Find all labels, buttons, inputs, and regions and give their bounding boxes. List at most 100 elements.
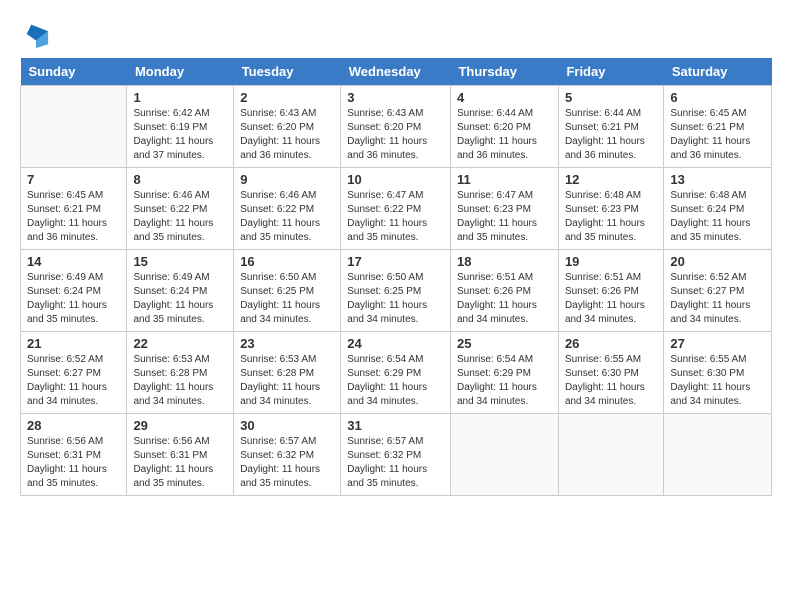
day-number: 1 xyxy=(133,90,227,105)
calendar-cell: 15Sunrise: 6:49 AMSunset: 6:24 PMDayligh… xyxy=(127,250,234,332)
calendar-cell: 8Sunrise: 6:46 AMSunset: 6:22 PMDaylight… xyxy=(127,168,234,250)
calendar-cell: 18 Sunrise: 6:51 AMSunset: 6:26 PMDayligh… xyxy=(450,250,558,332)
calendar-cell: 24 Sunrise: 6:54 AMSunset: 6:29 PMDayligh… xyxy=(341,332,451,414)
page-header xyxy=(20,20,772,48)
day-info: Sunrise: 6:44 AMSunset: 6:20 PMDaylight:… xyxy=(457,107,552,163)
day-number: 4 xyxy=(457,90,552,105)
col-friday: Friday xyxy=(558,58,663,86)
day-number: 28 xyxy=(27,418,120,433)
logo xyxy=(20,20,50,48)
day-number: 13 xyxy=(670,172,765,187)
day-number: 17 xyxy=(347,254,444,269)
day-info: Sunrise: 6:52 AMSunset: 6:27 PMDaylight:… xyxy=(670,271,765,327)
calendar-cell: 20 Sunrise: 6:52 AMSunset: 6:27 PMDayligh… xyxy=(664,250,772,332)
day-number: 22 xyxy=(133,336,227,351)
day-number: 6 xyxy=(670,90,765,105)
day-number: 21 xyxy=(27,336,120,351)
day-info: Sunrise: 6:51 AMSunset: 6:26 PMDaylight:… xyxy=(565,271,657,327)
day-info: Sunrise: 6:57 AMSunset: 6:32 PMDaylight:… xyxy=(240,435,334,491)
calendar-table: Sunday Monday Tuesday Wednesday Thursday… xyxy=(20,58,772,496)
day-info: Sunrise: 6:43 AMSunset: 6:20 PMDaylight:… xyxy=(240,107,334,163)
day-info: Sunrise: 6:51 AMSunset: 6:26 PMDaylight:… xyxy=(457,271,552,327)
day-info: Sunrise: 6:46 AMSunset: 6:22 PMDaylight:… xyxy=(133,189,227,245)
calendar-cell: 3 Sunrise: 6:43 AMSunset: 6:20 PMDaylight… xyxy=(341,86,451,168)
calendar-cell: 5 Sunrise: 6:44 AMSunset: 6:21 PMDaylight… xyxy=(558,86,663,168)
calendar-cell: 6 Sunrise: 6:45 AMSunset: 6:21 PMDaylight… xyxy=(664,86,772,168)
calendar-cell xyxy=(450,414,558,496)
calendar-cell: 28 Sunrise: 6:56 AMSunset: 6:31 PMDayligh… xyxy=(21,414,127,496)
day-number: 7 xyxy=(27,172,120,187)
day-number: 2 xyxy=(240,90,334,105)
calendar-cell: 10Sunrise: 6:47 AMSunset: 6:22 PMDayligh… xyxy=(341,168,451,250)
calendar-cell: 27Sunrise: 6:55 AMSunset: 6:30 PMDayligh… xyxy=(664,332,772,414)
calendar-cell: 16 Sunrise: 6:50 AMSunset: 6:25 PMDayligh… xyxy=(234,250,341,332)
col-sunday: Sunday xyxy=(21,58,127,86)
calendar-cell: 1 Sunrise: 6:42 AMSunset: 6:19 PMDaylight… xyxy=(127,86,234,168)
week-row-2: 7 Sunrise: 6:45 AMSunset: 6:21 PMDaylight… xyxy=(21,168,772,250)
week-row-5: 28 Sunrise: 6:56 AMSunset: 6:31 PMDayligh… xyxy=(21,414,772,496)
day-number: 29 xyxy=(133,418,227,433)
day-info: Sunrise: 6:47 AMSunset: 6:22 PMDaylight:… xyxy=(347,189,444,245)
week-row-3: 14 Sunrise: 6:49 AMSunset: 6:24 PMDayligh… xyxy=(21,250,772,332)
day-info: Sunrise: 6:42 AMSunset: 6:19 PMDaylight:… xyxy=(133,107,227,163)
day-info: Sunrise: 6:55 AMSunset: 6:30 PMDaylight:… xyxy=(565,353,657,409)
day-number: 16 xyxy=(240,254,334,269)
calendar-header-row: Sunday Monday Tuesday Wednesday Thursday… xyxy=(21,58,772,86)
day-info: Sunrise: 6:53 AMSunset: 6:28 PMDaylight:… xyxy=(240,353,334,409)
day-number: 5 xyxy=(565,90,657,105)
col-saturday: Saturday xyxy=(664,58,772,86)
calendar-cell: 7 Sunrise: 6:45 AMSunset: 6:21 PMDaylight… xyxy=(21,168,127,250)
calendar-cell: 19 Sunrise: 6:51 AMSunset: 6:26 PMDayligh… xyxy=(558,250,663,332)
day-number: 23 xyxy=(240,336,334,351)
day-number: 11 xyxy=(457,172,552,187)
day-info: Sunrise: 6:43 AMSunset: 6:20 PMDaylight:… xyxy=(347,107,444,163)
calendar-cell: 12 Sunrise: 6:48 AMSunset: 6:23 PMDayligh… xyxy=(558,168,663,250)
day-number: 18 xyxy=(457,254,552,269)
day-info: Sunrise: 6:56 AMSunset: 6:31 PMDaylight:… xyxy=(27,435,120,491)
calendar-cell: 29 Sunrise: 6:56 AMSunset: 6:31 PMDayligh… xyxy=(127,414,234,496)
day-info: Sunrise: 6:47 AMSunset: 6:23 PMDaylight:… xyxy=(457,189,552,245)
calendar-cell: 30 Sunrise: 6:57 AMSunset: 6:32 PMDayligh… xyxy=(234,414,341,496)
day-number: 31 xyxy=(347,418,444,433)
day-number: 9 xyxy=(240,172,334,187)
day-number: 20 xyxy=(670,254,765,269)
day-info: Sunrise: 6:49 AMSunset: 6:24 PMDaylight:… xyxy=(27,271,120,327)
day-number: 3 xyxy=(347,90,444,105)
logo-icon xyxy=(22,20,50,48)
day-info: Sunrise: 6:45 AMSunset: 6:21 PMDaylight:… xyxy=(670,107,765,163)
calendar-cell: 26 Sunrise: 6:55 AMSunset: 6:30 PMDayligh… xyxy=(558,332,663,414)
day-info: Sunrise: 6:52 AMSunset: 6:27 PMDaylight:… xyxy=(27,353,120,409)
day-number: 24 xyxy=(347,336,444,351)
day-number: 26 xyxy=(565,336,657,351)
day-number: 30 xyxy=(240,418,334,433)
calendar-cell: 31Sunrise: 6:57 AMSunset: 6:32 PMDayligh… xyxy=(341,414,451,496)
day-info: Sunrise: 6:54 AMSunset: 6:29 PMDaylight:… xyxy=(457,353,552,409)
day-info: Sunrise: 6:48 AMSunset: 6:23 PMDaylight:… xyxy=(565,189,657,245)
calendar-cell: 13 Sunrise: 6:48 AMSunset: 6:24 PMDayligh… xyxy=(664,168,772,250)
calendar-cell: 2 Sunrise: 6:43 AMSunset: 6:20 PMDaylight… xyxy=(234,86,341,168)
day-number: 12 xyxy=(565,172,657,187)
col-wednesday: Wednesday xyxy=(341,58,451,86)
calendar-cell: 23 Sunrise: 6:53 AMSunset: 6:28 PMDayligh… xyxy=(234,332,341,414)
calendar-cell: 11 Sunrise: 6:47 AMSunset: 6:23 PMDayligh… xyxy=(450,168,558,250)
day-info: Sunrise: 6:56 AMSunset: 6:31 PMDaylight:… xyxy=(133,435,227,491)
col-tuesday: Tuesday xyxy=(234,58,341,86)
day-info: Sunrise: 6:48 AMSunset: 6:24 PMDaylight:… xyxy=(670,189,765,245)
day-info: Sunrise: 6:45 AMSunset: 6:21 PMDaylight:… xyxy=(27,189,120,245)
calendar-cell: 14 Sunrise: 6:49 AMSunset: 6:24 PMDayligh… xyxy=(21,250,127,332)
day-number: 14 xyxy=(27,254,120,269)
day-info: Sunrise: 6:54 AMSunset: 6:29 PMDaylight:… xyxy=(347,353,444,409)
day-info: Sunrise: 6:46 AMSunset: 6:22 PMDaylight:… xyxy=(240,189,334,245)
day-info: Sunrise: 6:49 AMSunset: 6:24 PMDaylight:… xyxy=(133,271,227,327)
day-info: Sunrise: 6:55 AMSunset: 6:30 PMDaylight:… xyxy=(670,353,765,409)
calendar-cell: 21 Sunrise: 6:52 AMSunset: 6:27 PMDayligh… xyxy=(21,332,127,414)
col-thursday: Thursday xyxy=(450,58,558,86)
calendar-cell: 25Sunrise: 6:54 AMSunset: 6:29 PMDayligh… xyxy=(450,332,558,414)
col-monday: Monday xyxy=(127,58,234,86)
calendar-cell xyxy=(558,414,663,496)
day-number: 19 xyxy=(565,254,657,269)
week-row-4: 21 Sunrise: 6:52 AMSunset: 6:27 PMDayligh… xyxy=(21,332,772,414)
calendar-cell: 17Sunrise: 6:50 AMSunset: 6:25 PMDayligh… xyxy=(341,250,451,332)
day-info: Sunrise: 6:50 AMSunset: 6:25 PMDaylight:… xyxy=(240,271,334,327)
day-info: Sunrise: 6:44 AMSunset: 6:21 PMDaylight:… xyxy=(565,107,657,163)
